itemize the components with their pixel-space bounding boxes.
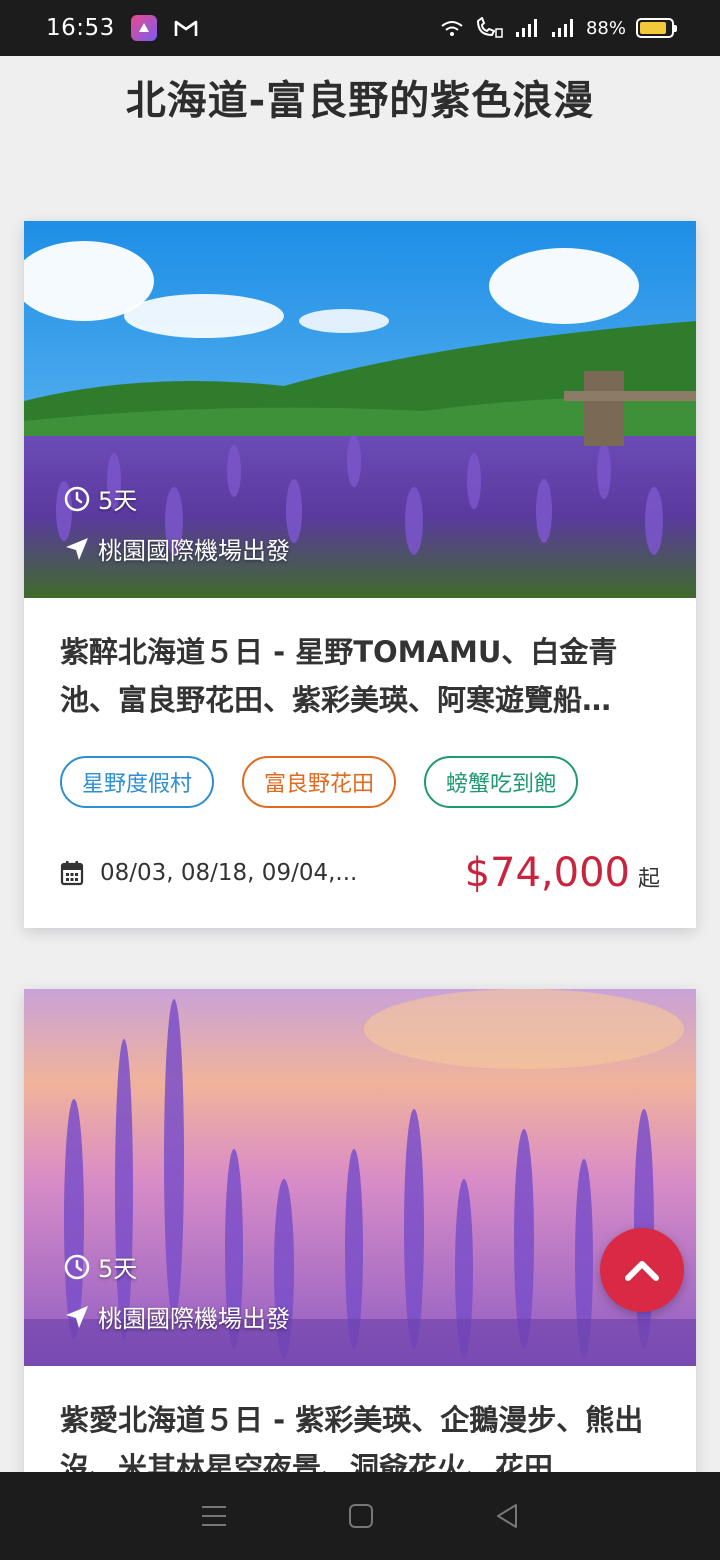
battery-icon [636,18,677,38]
departure-text: 桃園國際機場出發 [98,537,290,565]
clock-icon [64,486,90,511]
system-nav-bar [0,1472,720,1560]
back-to-top-button[interactable] [600,1228,684,1312]
tour-image[interactable]: 5天 桃園國際機場出發 [24,989,696,1366]
clock-icon [64,1254,90,1279]
home-icon[interactable] [348,1503,374,1529]
tag-crab-buffet[interactable]: 螃蟹吃到飽 [424,756,579,808]
tag-resort[interactable]: 星野度假村 [60,756,215,808]
signal-icon-2 [551,19,573,37]
tour-card[interactable]: 5天 桃園國際機場出發 紫醉北海道５日 - 星野TOMAMU、白金青池、富良野花… [24,221,696,928]
tour-title[interactable]: 紫醉北海道５日 - 星野TOMAMU、白金青池、富良野花田、紫彩美瑛、阿寒遊覽船… [24,598,696,724]
duration-info: 5天 [64,1249,137,1284]
navigation-arrow-icon [66,537,88,560]
app-notification-icon [130,15,157,41]
navigation-arrow-icon [66,1305,88,1328]
departure-dates: 08/03, 08/18, 09/04,... [60,860,357,886]
price-suffix: 起 [637,867,660,892]
departure-info: 桃園國際機場出發 [64,1299,290,1334]
calendar-icon [60,861,84,886]
menu-icon[interactable] [200,1504,228,1528]
signal-icon-1 [515,19,537,37]
page-title: 北海道-富良野的紫色浪漫 [125,78,595,124]
back-icon[interactable] [494,1503,520,1529]
duration-info: 5天 [64,481,137,516]
dates-text: 08/03, 08/18, 09/04,... [100,860,358,886]
status-bar: 16:53 88% [0,0,720,56]
status-time: 16:53 [46,15,115,41]
tag-flower-field[interactable]: 富良野花田 [242,756,397,808]
wifi-icon [441,21,463,36]
tag-list: 星野度假村 富良野花田 螃蟹吃到飽 [24,724,696,808]
tour-image[interactable]: 5天 桃園國際機場出發 [24,221,696,598]
departure-info: 桃園國際機場出發 [64,531,290,566]
duration-text: 5天 [98,487,138,515]
gmail-icon [174,20,198,36]
chevron-up-icon [625,1261,659,1281]
battery-percent: 88% [585,17,626,39]
tour-card[interactable]: 5天 桃園國際機場出發 紫愛北海道５日 - 紫彩美瑛、企鵝漫步、熊出沒、米其林星… [24,989,696,1509]
duration-text: 5天 [98,1255,138,1283]
departure-text: 桃園國際機場出發 [98,1305,290,1333]
wifi-calling-icon [476,17,503,38]
price: $74,000 起 [465,850,660,896]
price-value: $74,000 [464,850,630,896]
